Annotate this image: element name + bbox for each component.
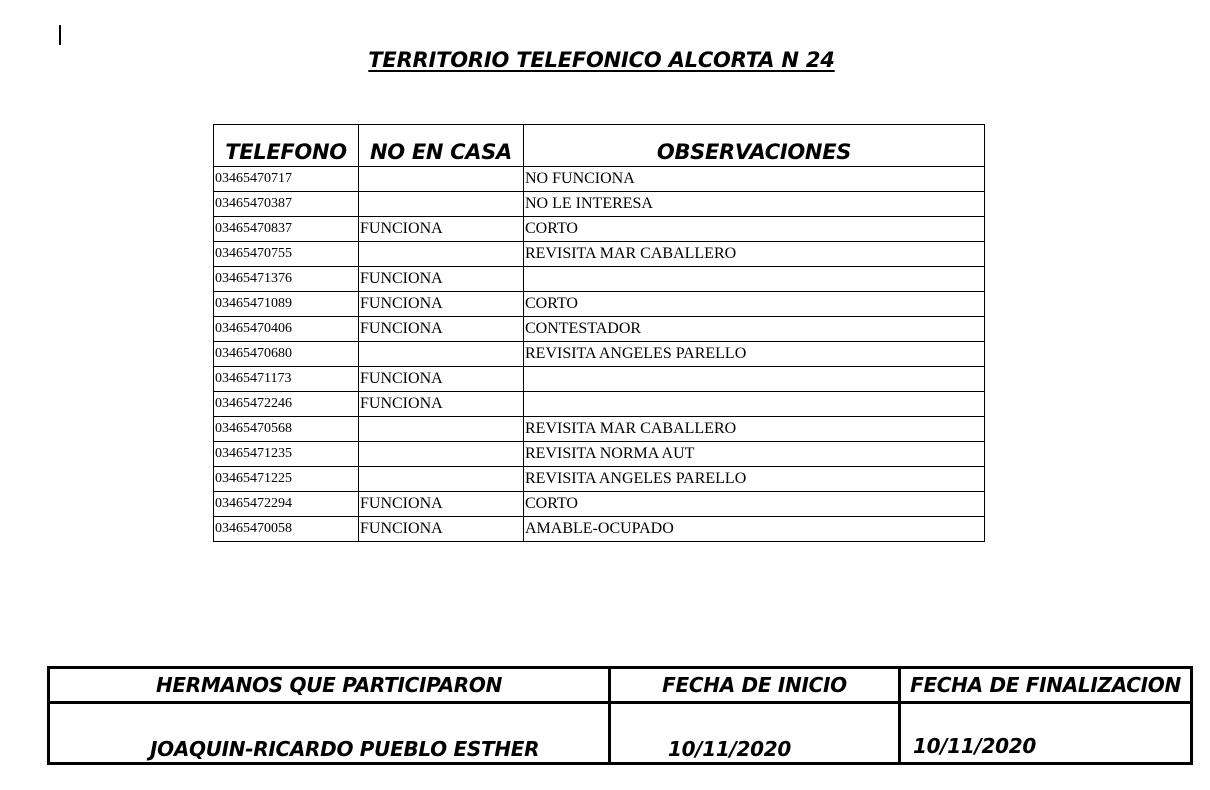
cell-telefono: 03465471235 (213, 441, 359, 467)
table-row: 03465471089 FUNCIONA CORTO (213, 291, 985, 317)
cell-no-en-casa (358, 466, 524, 492)
cell-observaciones (523, 391, 985, 417)
table-row: 03465472294 FUNCIONA CORTO (213, 491, 985, 517)
table-row: 03465471235 REVISITA NORMA AUT (213, 441, 985, 467)
cell-no-en-casa: FUNCIONA (358, 291, 524, 317)
table-row: 03465470717 NO FUNCIONA (213, 166, 985, 192)
cell-no-en-casa: FUNCIONA (358, 316, 524, 342)
cell-telefono: 03465471376 (213, 266, 359, 292)
cell-no-en-casa (358, 241, 524, 267)
table-body: 03465470717 NO FUNCIONA 03465470387 NO LE I… (213, 166, 985, 542)
table-row: 03465471173 FUNCIONA (213, 366, 985, 392)
hermanos-text: JOAQUIN-RICARDO PUEBLO ESTHER (150, 737, 540, 761)
cell-telefono: 03465470058 (213, 516, 359, 542)
cell-observaciones: CORTO (523, 291, 985, 317)
cell-no-en-casa (358, 441, 524, 467)
cell-observaciones: REVISITA MAR CABALLERO (523, 241, 985, 267)
cell-no-en-casa: FUNCIONA (358, 266, 524, 292)
cell-no-en-casa: FUNCIONA (358, 491, 524, 517)
cell-no-en-casa (358, 416, 524, 442)
cell-observaciones: CORTO (523, 491, 985, 517)
cell-telefono: 03465470406 (213, 316, 359, 342)
cell-telefono: 03465470755 (213, 241, 359, 267)
header-fecha-fin: FECHA DE FINALIZACION (898, 666, 1193, 704)
header-telefono: TELEFONO (213, 124, 359, 167)
participants-header-row: HERMANOS QUE PARTICIPARON FECHA DE INICI… (47, 666, 1193, 704)
table-row: 03465470387 NO LE INTERESA (213, 191, 985, 217)
cell-observaciones: CONTESTADOR (523, 316, 985, 342)
fecha-fin-value: 10/11/2020 (898, 701, 1193, 765)
table-row: 03465471376 FUNCIONA (213, 266, 985, 292)
cell-telefono: 03465472246 (213, 391, 359, 417)
fecha-inicio-text: 10/11/2020 (668, 737, 791, 761)
fecha-fin-text: 10/11/2020 (913, 734, 1036, 758)
table-row: 03465471225 REVISITA ANGELES PARELLO (213, 466, 985, 492)
cell-telefono: 03465472294 (213, 491, 359, 517)
cell-telefono: 03465471225 (213, 466, 359, 492)
cell-observaciones: REVISITA ANGELES PARELLO (523, 341, 985, 367)
cell-telefono: 03465470837 (213, 216, 359, 242)
document-title: TERRITORIO TELEFONICO ALCORTA N 24 (368, 48, 835, 72)
hermanos-value: JOAQUIN-RICARDO PUEBLO ESTHER (47, 701, 611, 765)
cell-observaciones: REVISITA MAR CABALLERO (523, 416, 985, 442)
header-hermanos: HERMANOS QUE PARTICIPARON (47, 666, 611, 704)
phone-territory-table: TELEFONO NO EN CASA OBSERVACIONES 034654… (213, 124, 985, 542)
cell-no-en-casa: FUNCIONA (358, 366, 524, 392)
cell-no-en-casa (358, 166, 524, 192)
cell-telefono: 03465471089 (213, 291, 359, 317)
cell-no-en-casa (358, 341, 524, 367)
cell-telefono: 03465470568 (213, 416, 359, 442)
cell-observaciones: REVISITA NORMA AUT (523, 441, 985, 467)
cell-telefono: 03465471173 (213, 366, 359, 392)
cell-no-en-casa: FUNCIONA (358, 391, 524, 417)
header-observaciones: OBSERVACIONES (523, 124, 985, 167)
cell-no-en-casa: FUNCIONA (358, 216, 524, 242)
fecha-inicio-value: 10/11/2020 (608, 701, 901, 765)
table-row: 03465470568 REVISITA MAR CABALLERO (213, 416, 985, 442)
cell-observaciones: NO LE INTERESA (523, 191, 985, 217)
table-row: 03465472246 FUNCIONA (213, 391, 985, 417)
cell-telefono: 03465470387 (213, 191, 359, 217)
text-cursor (59, 25, 61, 45)
cell-telefono: 03465470717 (213, 166, 359, 192)
cell-observaciones: CORTO (523, 216, 985, 242)
table-row: 03465470837 FUNCIONA CORTO (213, 216, 985, 242)
participants-table: HERMANOS QUE PARTICIPARON FECHA DE INICI… (47, 666, 1193, 765)
cell-observaciones: NO FUNCIONA (523, 166, 985, 192)
cell-observaciones (523, 266, 985, 292)
table-row: 03465470406 FUNCIONA CONTESTADOR (213, 316, 985, 342)
header-fecha-inicio: FECHA DE INICIO (608, 666, 901, 704)
cell-observaciones: AMABLE-OCUPADO (523, 516, 985, 542)
cell-no-en-casa: FUNCIONA (358, 516, 524, 542)
table-row: 03465470755 REVISITA MAR CABALLERO (213, 241, 985, 267)
table-row: 03465470680 REVISITA ANGELES PARELLO (213, 341, 985, 367)
participants-value-row: JOAQUIN-RICARDO PUEBLO ESTHER 10/11/2020… (47, 701, 1193, 765)
header-no-en-casa: NO EN CASA (358, 124, 524, 167)
cell-observaciones: REVISITA ANGELES PARELLO (523, 466, 985, 492)
table-header-row: TELEFONO NO EN CASA OBSERVACIONES (213, 124, 985, 167)
table-row: 03465470058 FUNCIONA AMABLE-OCUPADO (213, 516, 985, 542)
cell-no-en-casa (358, 191, 524, 217)
cell-observaciones (523, 366, 985, 392)
cell-telefono: 03465470680 (213, 341, 359, 367)
